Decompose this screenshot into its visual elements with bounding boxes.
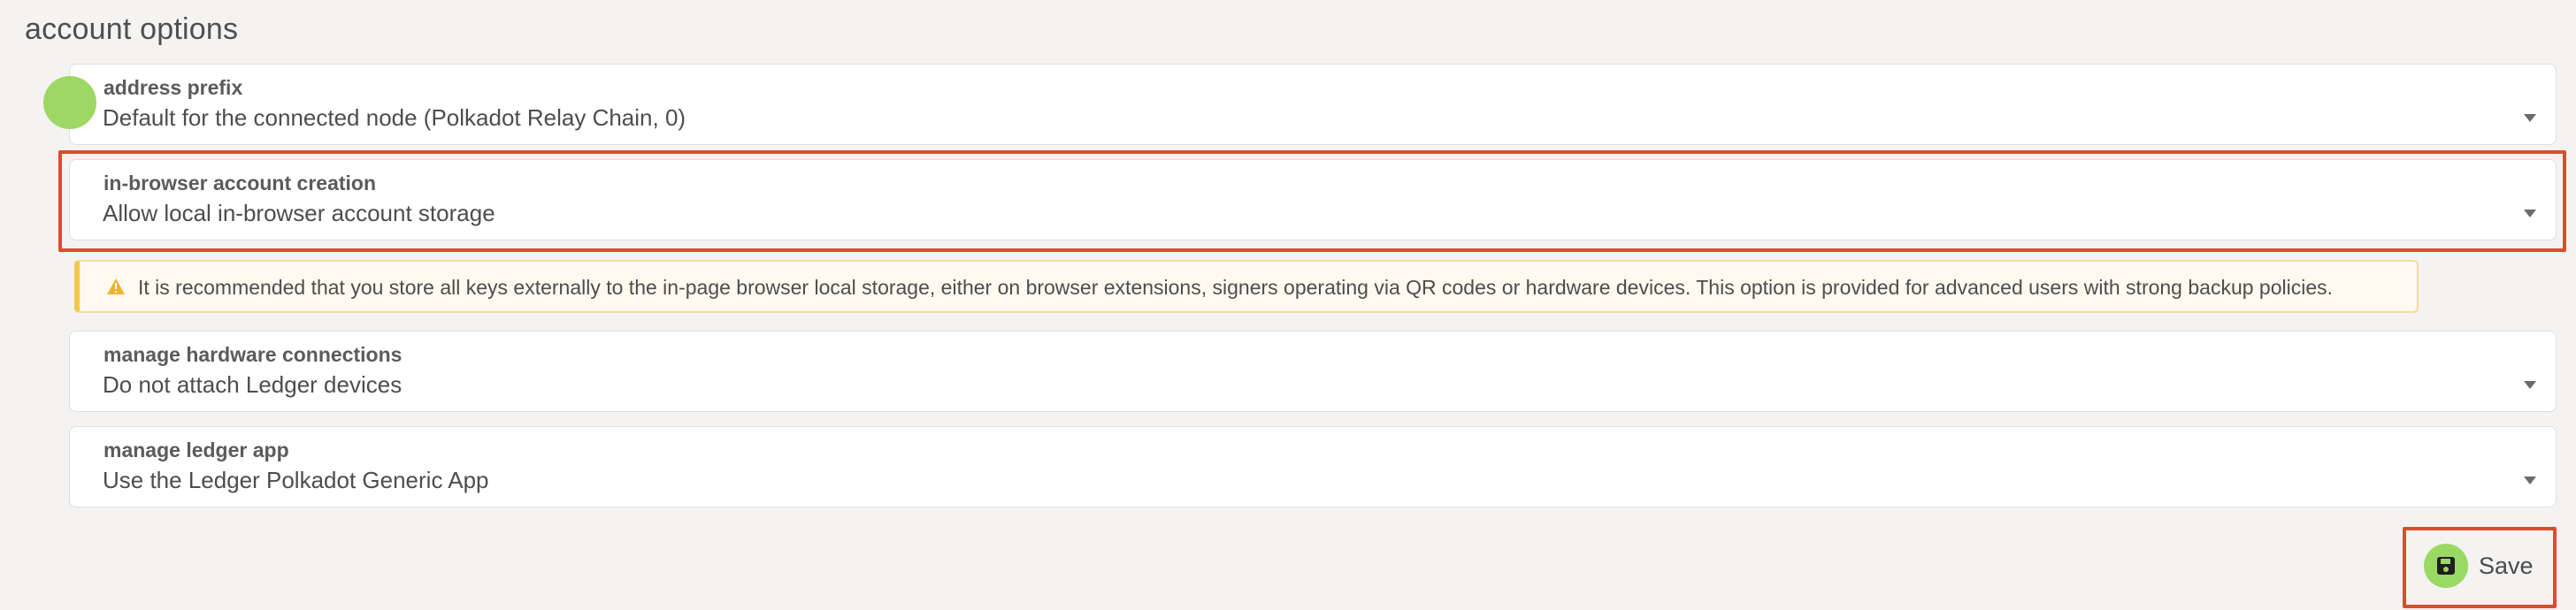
manage-ledger-app-value: Use the Ledger Polkadot Generic App [103,467,489,493]
floppy-disk-icon [2437,557,2455,575]
section-title: account options [25,12,239,46]
manage-ledger-app-dropdown[interactable]: manage ledger app Use the Ledger Polkado… [69,426,2557,507]
address-prefix-value: Default for the connected node (Polkadot… [103,104,686,131]
save-icon [2424,544,2468,588]
in-browser-account-creation-label: in-browser account creation [104,172,377,194]
warning-triangle-icon [107,278,125,294]
avatar [43,76,96,129]
manage-hardware-connections-value: Do not attach Ledger devices [103,371,402,398]
in-browser-account-creation-dropdown[interactable]: in-browser account creation Allow local … [69,159,2557,240]
warning-text: It is recommended that you store all key… [138,276,2334,299]
save-button[interactable]: Save [2424,541,2534,591]
address-prefix-dropdown[interactable]: address prefix Default for the connected… [69,64,2557,145]
address-prefix-label: address prefix [104,76,243,99]
save-label: Save [2479,552,2534,579]
chevron-down-icon [2524,381,2536,389]
in-browser-account-creation-value: Allow local in-browser account storage [103,200,495,226]
manage-hardware-connections-label: manage hardware connections [104,343,402,366]
chevron-down-icon [2524,477,2536,484]
manage-ledger-app-label: manage ledger app [104,438,289,461]
manage-hardware-connections-dropdown[interactable]: manage hardware connections Do not attac… [69,331,2557,412]
warning-banner: It is recommended that you store all key… [74,260,2419,313]
chevron-down-icon [2524,210,2536,217]
chevron-down-icon [2524,114,2536,122]
